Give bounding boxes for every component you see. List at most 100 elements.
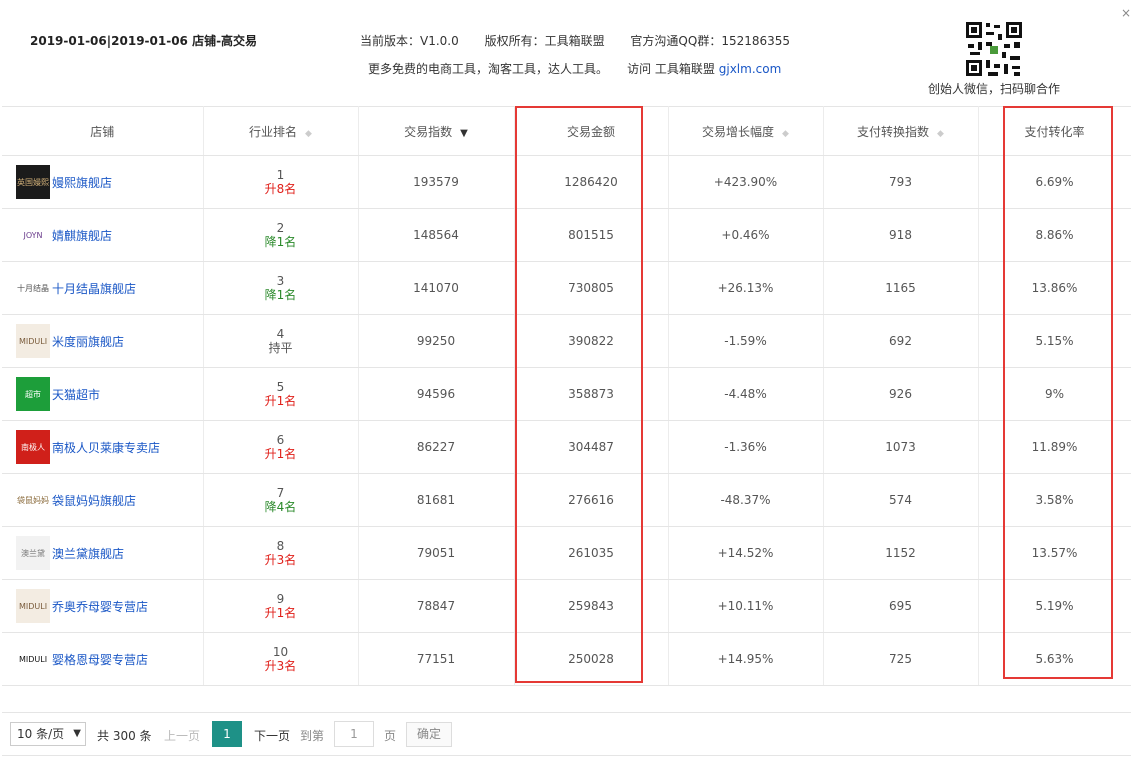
table-row: JOYN 婧麒旗舰店 2 降1名 148564 801515 +0.46% 918 8.86% [2, 208, 1131, 262]
header: 2019-01-06|2019-01-06 店铺-高交易 当前版本：V1.0.0… [0, 0, 1131, 104]
prev-page-button[interactable]: 上一页 [164, 727, 200, 744]
shop-cell: JOYN 婧麒旗舰店 [2, 208, 204, 262]
pay-rate-cell: 9% [978, 367, 1131, 421]
rank-cell: 3 降1名 [203, 261, 359, 315]
shop-cell: 超市 天猫超市 [2, 367, 204, 421]
col-rank[interactable]: 行业排名 ◆ [203, 106, 359, 156]
total-count: 共 300 条 [97, 729, 152, 743]
pay-index-cell: 725 [823, 632, 979, 686]
col-amount: 交易金额 [514, 106, 669, 156]
shop-name-link[interactable]: 乔奥乔母婴专营店 [52, 598, 148, 615]
shop-cell: 十月结晶 十月结晶旗舰店 [2, 261, 204, 315]
col-growth[interactable]: 交易增长幅度 ◆ [668, 106, 824, 156]
rank-change: 升1名 [264, 606, 297, 620]
shop-cell: MIDULI 婴格恩母婴专营店 [2, 632, 204, 686]
trade-index-cell: 81681 [358, 473, 515, 527]
shop-cell: 英国嫚熙 嫚熙旗舰店 [2, 155, 204, 209]
rank-change: 降1名 [264, 288, 297, 302]
shop-name-link[interactable]: 南极人贝莱康专卖店 [52, 439, 160, 456]
sort-icon[interactable]: ◆ [782, 129, 789, 139]
shop-name-link[interactable]: 天猫超市 [52, 386, 100, 403]
amount-cell: 304487 [514, 420, 669, 474]
shop-logo: MIDULI [16, 642, 50, 676]
table-row: 袋鼠妈妈 袋鼠妈妈旗舰店 7 降4名 81681 276616 -48.37% 574 3.58… [2, 473, 1131, 527]
version-text: 当前版本：V1.0.0 [360, 34, 459, 48]
visit-link[interactable]: gjxlm.com [719, 62, 782, 76]
amount-cell: 358873 [514, 367, 669, 421]
growth-cell: +14.95% [668, 632, 824, 686]
growth-cell: +423.90% [668, 155, 824, 209]
shop-name-link[interactable]: 澳兰黛旗舰店 [52, 545, 124, 562]
rank-number: 9 [276, 592, 285, 606]
pay-index-cell: 1073 [823, 420, 979, 474]
growth-cell: -1.36% [668, 420, 824, 474]
growth-cell: +10.11% [668, 579, 824, 633]
chevron-down-icon: ▼ [73, 728, 81, 739]
shop-logo: JOYN [16, 218, 50, 252]
date-shop-title: 2019-01-06|2019-01-06 店铺-高交易 [30, 34, 258, 48]
shop-cell: 澳兰黛 澳兰黛旗舰店 [2, 526, 204, 580]
trade-index-cell: 141070 [358, 261, 515, 315]
shop-name-link[interactable]: 婴格恩母婴专营店 [52, 651, 148, 668]
pay-rate-cell: 13.86% [978, 261, 1131, 315]
col-pay-index[interactable]: 支付转换指数 ◆ [823, 106, 979, 156]
close-icon[interactable]: × [1121, 6, 1131, 20]
amount-cell: 730805 [514, 261, 669, 315]
table-row: MIDULI 婴格恩母婴专营店 10 升3名 77151 250028 +14.95% 725… [2, 632, 1131, 686]
shop-name-link[interactable]: 十月结晶旗舰店 [52, 280, 136, 297]
pay-rate-cell: 8.86% [978, 208, 1131, 262]
shop-name-link[interactable]: 米度丽旗舰店 [52, 333, 124, 350]
table-row: 英国嫚熙 嫚熙旗舰店 1 升8名 193579 1286420 +423.90% 793 6.6… [2, 155, 1131, 209]
sort-icon[interactable]: ◆ [937, 129, 944, 139]
rank-number: 10 [272, 645, 289, 659]
pay-index-cell: 692 [823, 314, 979, 368]
confirm-button[interactable]: 确定 [406, 722, 452, 747]
rank-change: 持平 [268, 341, 293, 355]
col-trade-index[interactable]: 交易指数 ▼ [358, 106, 515, 156]
page-size-select[interactable]: 10 条/页 ▼ [10, 722, 86, 746]
pay-index-cell: 695 [823, 579, 979, 633]
trade-index-cell: 77151 [358, 632, 515, 686]
shop-logo: 十月结晶 [16, 271, 50, 305]
shop-logo: MIDULI [16, 324, 50, 358]
col-shop: 店铺 [2, 106, 204, 156]
sort-desc-icon[interactable]: ▼ [460, 128, 468, 139]
copyright-text: 版权所有：工具箱联盟 [484, 34, 605, 48]
shop-name-link[interactable]: 袋鼠妈妈旗舰店 [52, 492, 136, 509]
table-row: 超市 天猫超市 5 升1名 94596 358873 -4.48% 926 9% [2, 367, 1131, 421]
shop-logo: 澳兰黛 [16, 536, 50, 570]
growth-cell: -4.48% [668, 367, 824, 421]
pay-rate-cell: 11.89% [978, 420, 1131, 474]
rank-cell: 10 升3名 [203, 632, 359, 686]
rank-change: 降4名 [264, 500, 297, 514]
sort-icon[interactable]: ◆ [305, 129, 312, 139]
pay-rate-cell: 5.63% [978, 632, 1131, 686]
rank-number: 2 [276, 221, 285, 235]
amount-cell: 276616 [514, 473, 669, 527]
shop-name-link[interactable]: 嫚熙旗舰店 [52, 174, 112, 191]
rank-number: 1 [276, 168, 285, 182]
rank-number: 8 [276, 539, 285, 553]
growth-cell: +26.13% [668, 261, 824, 315]
rank-cell: 4 持平 [203, 314, 359, 368]
rank-cell: 2 降1名 [203, 208, 359, 262]
trade-index-cell: 148564 [358, 208, 515, 262]
next-page-button[interactable]: 下一页 [254, 727, 290, 744]
rank-change: 升1名 [264, 394, 297, 408]
shop-logo: 英国嫚熙 [16, 165, 50, 199]
rank-cell: 5 升1名 [203, 367, 359, 421]
amount-cell: 261035 [514, 526, 669, 580]
qr-caption: 创始人微信，扫码聊合作 [928, 82, 1061, 96]
shop-name-link[interactable]: 婧麒旗舰店 [52, 227, 112, 244]
rank-number: 3 [276, 274, 285, 288]
amount-cell: 259843 [514, 579, 669, 633]
promo-text: 更多免费的电商工具，淘客工具，达人工具。 [368, 62, 609, 76]
table-row: MIDULI 米度丽旗舰店 4 持平 99250 390822 -1.59% 692 5.15% [2, 314, 1131, 368]
growth-cell: +14.52% [668, 526, 824, 580]
current-page-button[interactable]: 1 [212, 721, 242, 747]
shop-cell: MIDULI 乔奥乔母婴专营店 [2, 579, 204, 633]
rank-cell: 6 升1名 [203, 420, 359, 474]
amount-cell: 1286420 [514, 155, 669, 209]
col-pay-rate: 支付转化率 [978, 106, 1131, 156]
goto-page-input[interactable]: 1 [334, 721, 374, 747]
